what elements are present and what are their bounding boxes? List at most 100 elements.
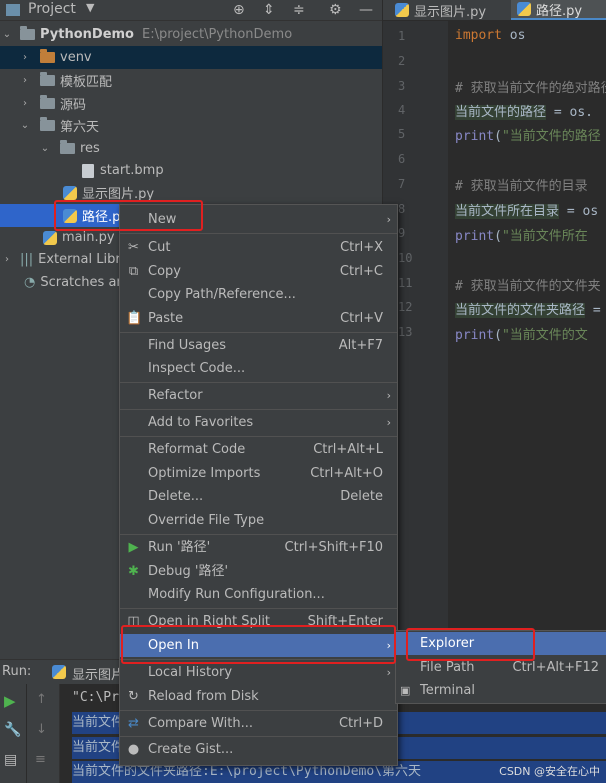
menu-item-optimize[interactable]: Optimize Imports Ctrl+Alt+O [120, 462, 397, 485]
submenu-item-terminal[interactable]: ▣ Terminal [396, 679, 606, 702]
submenu-item-file-path[interactable]: File Path Ctrl+Alt+F12 [396, 656, 606, 679]
tree-item-root[interactable]: ⌄ PythonDemo E:\project\PythonDemo [0, 23, 382, 46]
code-line-5: print("当前文件的路径 [455, 129, 601, 144]
line-number: 1 [398, 29, 406, 43]
line-number: 3 [398, 79, 406, 93]
menu-item-reformat[interactable]: Reformat Code Ctrl+Alt+L [120, 438, 397, 461]
menu-item-refactor[interactable]: Refactor › [120, 384, 397, 407]
menu-item-new[interactable]: New › [120, 208, 397, 231]
line-number: 12 [398, 300, 413, 314]
tree-item-label: main.py [62, 230, 115, 245]
python-file-icon [517, 2, 531, 16]
play-icon[interactable]: ▶ [4, 692, 16, 710]
collapse-icon[interactable]: ⇕ [263, 2, 275, 18]
minimize-icon[interactable]: — [359, 2, 373, 18]
bug-icon: ✱ [128, 564, 139, 579]
tree-item-label: 显示图片.py [82, 187, 155, 202]
chevron-right-icon: › [386, 666, 391, 679]
tree-item-source[interactable]: › 源码 [0, 92, 382, 115]
code-line-9: print("当前文件所在 [455, 229, 588, 244]
menu-item-open-in[interactable]: Open In › [120, 634, 397, 657]
tree-item-templates[interactable]: › 模板匹配 [0, 69, 382, 92]
gear-icon[interactable]: ⚙ [329, 2, 342, 18]
code-line-4: 当前文件的路径 = os. [455, 105, 593, 120]
compare-icon: ⇄ [128, 716, 139, 731]
chevron-down-icon[interactable]: ▼ [86, 1, 94, 14]
menu-separator [120, 233, 397, 234]
menu-separator [120, 659, 397, 660]
terminal-icon: ▣ [400, 684, 411, 697]
menu-item-run[interactable]: ▶ Run '路径' Ctrl+Shift+F10 [120, 536, 397, 559]
context-menu: New › ✂ Cut Ctrl+X ⧉ Copy Ctrl+C Copy Path/Re… [119, 204, 398, 766]
chevron-right-icon[interactable]: › [0, 254, 14, 265]
menu-item-inspect[interactable]: Inspect Code... [120, 357, 397, 380]
menu-item-debug[interactable]: ✱ Debug '路径' [120, 560, 397, 583]
line-number: 6 [398, 152, 406, 166]
submenu-item-explorer[interactable]: Explorer [396, 632, 606, 655]
arrow-up-icon[interactable]: ↑ [36, 692, 47, 707]
run-label: Run: [2, 664, 32, 679]
menu-item-open-right-split[interactable]: ◫ Open in Right Split Shift+Enter [120, 610, 397, 633]
menu-item-delete[interactable]: Delete... Delete [120, 485, 397, 508]
menu-separator [120, 608, 397, 609]
folder-icon [20, 26, 35, 40]
project-title[interactable]: Project [28, 1, 76, 17]
tab-show-py[interactable]: 显示图片.py [389, 0, 486, 20]
menu-item-compare[interactable]: ⇄ Compare With... Ctrl+D [120, 712, 397, 735]
run-tab[interactable]: 显示图片 [72, 664, 124, 683]
tree-item-res[interactable]: ⌄ res [0, 137, 382, 160]
menu-item-override[interactable]: Override File Type [120, 509, 397, 532]
menu-separator [120, 409, 397, 410]
chevron-down-icon[interactable]: ⌄ [0, 29, 14, 40]
expand-icon[interactable]: ≑ [293, 2, 305, 18]
menu-item-paste[interactable]: 📋 Paste Ctrl+V [120, 307, 397, 330]
chevron-right-icon[interactable]: › [18, 75, 32, 86]
tree-item-label: 模板匹配 [60, 75, 113, 90]
image-file-icon [82, 163, 94, 178]
folder-icon [60, 140, 75, 154]
menu-item-add-favorites[interactable]: Add to Favorites › [120, 411, 397, 434]
chevron-down-icon[interactable]: ⌄ [18, 120, 32, 131]
menu-item-local-history[interactable]: Local History › [120, 661, 397, 684]
line-number: 11 [398, 276, 413, 290]
line-number: 2 [398, 54, 406, 68]
menu-item-copy-path[interactable]: Copy Path/Reference... [120, 283, 397, 306]
run-toolbar: ▶ 🔧 ▤ [0, 684, 26, 783]
layout-icon[interactable]: ▤ [4, 752, 17, 768]
menu-item-copy[interactable]: ⧉ Copy Ctrl+C [120, 260, 397, 283]
chevron-right-icon: › [386, 639, 391, 652]
tree-item-label: 第六天 [60, 120, 100, 135]
code-line-1: import os [455, 28, 526, 43]
tree-item-label: venv [60, 50, 92, 65]
target-icon[interactable]: ⊕ [233, 2, 245, 18]
rerun-icon[interactable]: ≡ [35, 752, 46, 767]
menu-separator [120, 436, 397, 437]
menu-item-reload[interactable]: ↻ Reload from Disk [120, 685, 397, 708]
chevron-right-icon[interactable]: › [18, 98, 32, 109]
folder-icon [40, 95, 55, 109]
line-number: 7 [398, 177, 406, 191]
tree-item-day6[interactable]: ⌄ 第六天 [0, 114, 382, 137]
tree-item-path: E:\project\PythonDemo [141, 27, 293, 42]
line-number: 5 [398, 127, 406, 141]
python-file-icon [43, 230, 57, 245]
chevron-down-icon[interactable]: ⌄ [38, 143, 52, 154]
arrow-down-icon[interactable]: ↓ [36, 722, 47, 737]
menu-item-create-gist[interactable]: ● Create Gist... [120, 738, 397, 761]
chevron-right-icon: › [386, 389, 391, 402]
chevron-right-icon[interactable]: › [18, 52, 32, 63]
tree-item-start-bmp[interactable]: start.bmp [0, 159, 382, 182]
tab-path-py[interactable]: 路径.py [511, 0, 606, 20]
tab-label: 路径.py [536, 3, 583, 19]
menu-separator [120, 710, 397, 711]
wrench-icon[interactable]: 🔧 [4, 722, 21, 738]
code-line-12: 当前文件的文件夹路径 = [455, 303, 601, 318]
editor-tab-bar: 显示图片.py 路径.py [383, 0, 606, 20]
project-panel-header: Project ▼ ⊕ ⇕ ≑ ⚙ — [0, 0, 382, 21]
menu-item-find-usages[interactable]: Find Usages Alt+F7 [120, 334, 397, 357]
github-icon: ● [127, 742, 140, 757]
menu-item-modify-run[interactable]: Modify Run Configuration... [120, 583, 397, 606]
tree-item-venv[interactable]: › venv [0, 46, 382, 69]
menu-item-cut[interactable]: ✂ Cut Ctrl+X [120, 236, 397, 259]
tree-item-show-py[interactable]: 显示图片.py [0, 181, 382, 204]
